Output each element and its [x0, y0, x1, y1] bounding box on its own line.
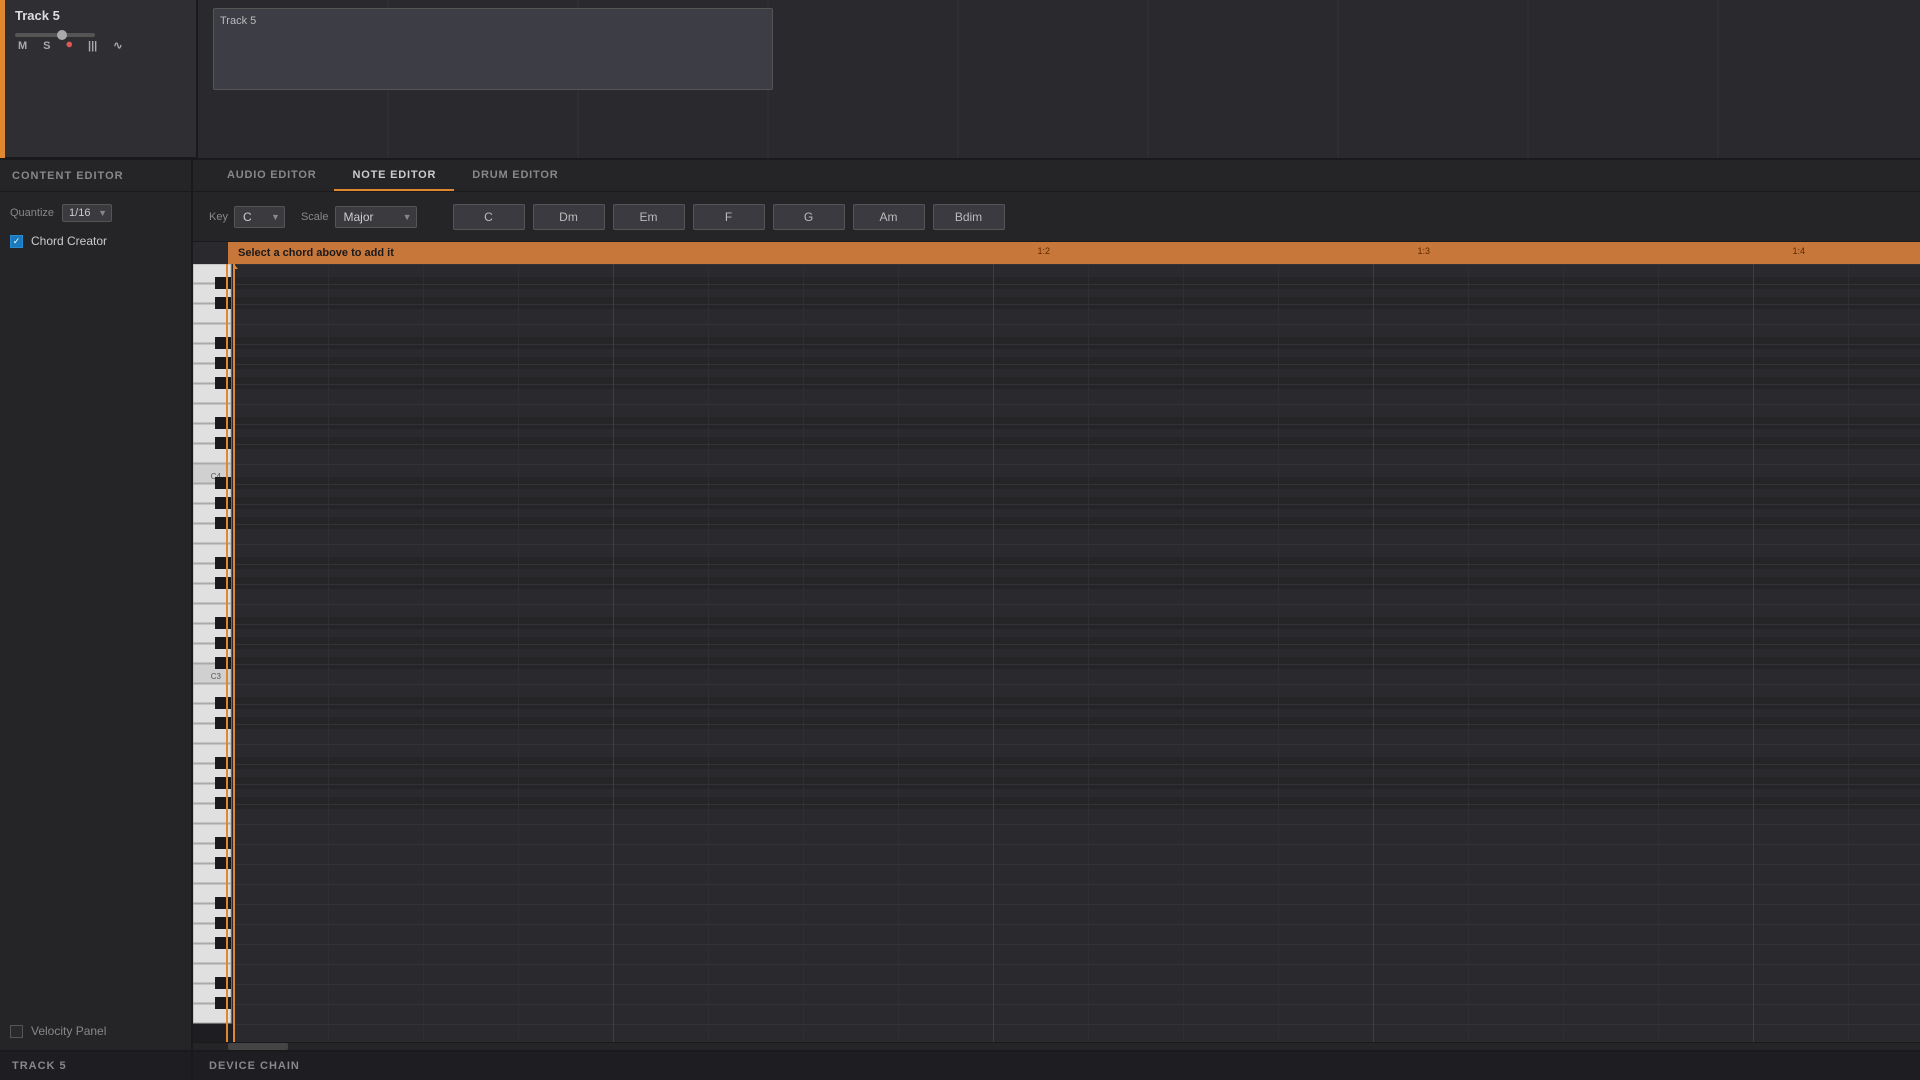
track-controls: M S ⏺ ||| ∿ [15, 37, 186, 54]
main-editor: Quantize 1/4 1/8 1/16 1/32 ▼ ✓ Chord Cre… [0, 192, 1920, 1050]
note-editor-area: Key C C# D D# E F F# G G# A A# B [193, 192, 1920, 1050]
track-header-outer: Track 5 M S ⏺ ||| ∿ [0, 0, 198, 158]
tab-audio[interactable]: AUDIO EDITOR [209, 160, 334, 191]
scale-select-wrapper: Major Minor Dorian Phrygian ▼ [335, 206, 417, 228]
quantize-select-wrapper: 1/4 1/8 1/16 1/32 ▼ [62, 204, 112, 222]
grid-area[interactable] [233, 264, 1920, 1042]
scale-label: Scale [301, 211, 329, 223]
scale-select[interactable]: Major Minor Dorian Phrygian [335, 206, 417, 228]
content-editor-label: CONTENT EDITOR [0, 160, 193, 191]
chord-creator-checkbox[interactable]: ✓ [10, 235, 23, 248]
tab-note[interactable]: NOTE EDITOR [334, 160, 454, 191]
chord-buttons-group: C Dm Em F G Am Bdim [453, 204, 1005, 230]
chord-button-Am[interactable]: Am [853, 204, 925, 230]
bar-marker-12: 1:2 [1037, 246, 1050, 256]
bar-marker-13: 1:3 [1417, 246, 1430, 256]
wave-button[interactable]: ∿ [110, 37, 125, 54]
timeline-area: Track 5 [198, 0, 1920, 158]
piano-keyboard: C4 [193, 264, 233, 1042]
bottom-device-chain-label: DEVICE CHAIN [193, 1060, 316, 1072]
piano-playhead [226, 264, 228, 1042]
top-section: Track 5 M S ⏺ ||| ∿ [0, 0, 1920, 160]
quantize-select[interactable]: 1/4 1/8 1/16 1/32 [62, 204, 112, 222]
track-header: Track 5 M S ⏺ ||| ∿ [5, 0, 198, 158]
bars-button[interactable]: ||| [85, 38, 100, 54]
chord-button-G[interactable]: G [773, 204, 845, 230]
bottom-track-label: TRACK 5 [0, 1052, 193, 1080]
chord-button-Dm[interactable]: Dm [533, 204, 605, 230]
chord-button-F[interactable]: F [693, 204, 765, 230]
velocity-panel-label: Velocity Panel [31, 1024, 106, 1038]
scale-item: Scale Major Minor Dorian Phrygian ▼ [301, 206, 417, 228]
key-item: Key C C# D D# E F F# G G# A A# B [209, 206, 285, 228]
key-select-wrapper: C C# D D# E F F# G G# A A# B ▼ [234, 206, 285, 228]
velocity-panel-checkbox[interactable] [10, 1025, 23, 1038]
key-select[interactable]: C C# D D# E F F# G G# A A# B [234, 206, 285, 228]
bar-marker-14: 1:4 [1792, 246, 1805, 256]
mute-button[interactable]: M [15, 38, 30, 54]
pattern-name: Track 5 [220, 15, 256, 27]
chord-hint-bar: Select a chord above to add it 1:2 1:3 1… [228, 242, 1920, 264]
piano-roll-scrollbar [193, 1042, 1920, 1050]
left-panel-spacer [10, 260, 181, 1012]
bottom-bar: TRACK 5 DEVICE CHAIN [0, 1050, 1920, 1080]
chord-creator-label: Chord Creator [31, 234, 107, 248]
chord-button-Em[interactable]: Em [613, 204, 685, 230]
left-panel: Quantize 1/4 1/8 1/16 1/32 ▼ ✓ Chord Cre… [0, 192, 193, 1050]
key-scale-row: Key C C# D D# E F F# G G# A A# B [193, 192, 1920, 242]
content-editor-bar: CONTENT EDITOR AUDIO EDITOR NOTE EDITOR … [0, 160, 1920, 192]
quantize-row: Quantize 1/4 1/8 1/16 1/32 ▼ [10, 204, 181, 222]
piano-roll-container: Select a chord above to add it 1:2 1:3 1… [193, 242, 1920, 1042]
chord-button-Bdim[interactable]: Bdim [933, 204, 1005, 230]
editor-tabs: AUDIO EDITOR NOTE EDITOR DRUM EDITOR [193, 160, 576, 191]
pattern-block[interactable]: Track 5 [213, 8, 773, 90]
record-button[interactable]: ⏺ [64, 37, 76, 54]
solo-button[interactable]: S [40, 38, 53, 54]
tab-drum[interactable]: DRUM EDITOR [454, 160, 576, 191]
grid-svg [233, 264, 1920, 1042]
track-name: Track 5 [15, 8, 186, 23]
velocity-panel-row: Velocity Panel [10, 1024, 181, 1038]
chord-hint-text: Select a chord above to add it [238, 247, 394, 259]
chord-button-C[interactable]: C [453, 204, 525, 230]
svg-text:C3: C3 [211, 672, 222, 681]
scrollbar-thumb[interactable] [228, 1043, 288, 1050]
chord-creator-row: ✓ Chord Creator [10, 234, 181, 248]
checkbox-check-icon: ✓ [13, 236, 21, 247]
key-label: Key [209, 211, 228, 223]
quantize-label: Quantize [10, 207, 54, 219]
